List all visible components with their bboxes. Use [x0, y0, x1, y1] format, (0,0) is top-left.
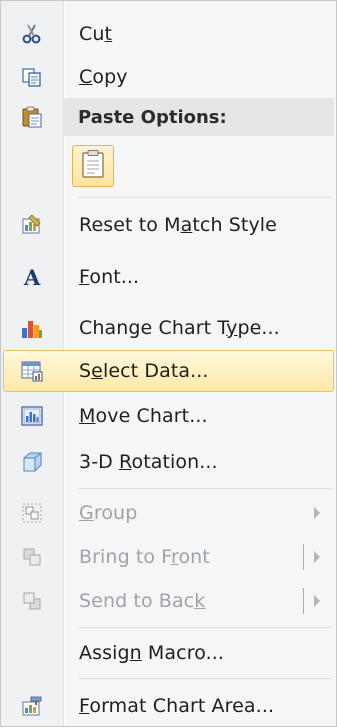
- menu-item-group[interactable]: Group: [1, 491, 336, 535]
- split-submenu-indicator: [303, 588, 320, 614]
- chevron-right-icon: [314, 595, 320, 607]
- paste-options-header: Paste Options:: [64, 98, 334, 136]
- clipboard-icon: [1, 95, 63, 139]
- menu-item-cut[interactable]: Cut: [1, 12, 336, 56]
- menu-item-change-chart-type[interactable]: Change Chart Type...: [1, 306, 336, 350]
- select-data-icon: [1, 349, 63, 393]
- paste-option-button[interactable]: [72, 145, 114, 187]
- menu-item-format-chart-area[interactable]: Format Chart Area...: [1, 684, 336, 728]
- menu-item-label: Cut: [79, 23, 113, 45]
- menu-item-label: Group: [79, 502, 138, 524]
- chevron-right-icon: [314, 551, 320, 563]
- menu-item-label: Select Data...: [79, 360, 209, 382]
- menu-item-copy[interactable]: Copy: [1, 55, 336, 99]
- menu-item-label: Copy: [79, 66, 128, 88]
- reset-style-icon: [1, 203, 63, 247]
- split-submenu-indicator: [303, 544, 320, 570]
- menu-item-label: Change Chart Type...: [79, 317, 280, 339]
- menu-item-label: Format Chart Area...: [79, 695, 275, 717]
- split-divider: [303, 544, 304, 570]
- separator: [79, 197, 332, 198]
- context-menu: Cut Copy Paste Options: Reset to Match S…: [0, 0, 337, 727]
- separator: [79, 627, 332, 628]
- menu-item-send-to-back[interactable]: Send to Back: [1, 579, 336, 623]
- menu-item-label: Reset to Match Style: [79, 214, 277, 236]
- separator: [79, 488, 332, 489]
- menu-item-label: Assign Macro...: [79, 642, 225, 664]
- font-icon: A: [1, 255, 63, 299]
- menu-item-bring-to-front[interactable]: Bring to Front: [1, 535, 336, 579]
- menu-item-label: Font...: [79, 266, 140, 288]
- separator: [79, 678, 332, 679]
- menu-item-font[interactable]: A Font...: [1, 255, 336, 299]
- menu-item-reset-to-match-style[interactable]: Reset to Match Style: [1, 203, 336, 247]
- chart-type-icon: [1, 306, 63, 350]
- menu-item-assign-macro[interactable]: Assign Macro...: [1, 631, 336, 675]
- scissors-icon: [1, 12, 63, 56]
- copy-icon: [1, 55, 63, 99]
- split-divider: [303, 588, 304, 614]
- submenu-indicator: [314, 507, 320, 519]
- menu-item-label: Bring to Front: [79, 546, 210, 568]
- group-icon: [1, 491, 63, 535]
- menu-item-label: 3-D Rotation...: [79, 451, 218, 473]
- paste-options-title: Paste Options:: [78, 106, 227, 128]
- macro-icon: [1, 631, 63, 675]
- menu-item-label: Send to Back: [79, 590, 206, 612]
- move-chart-icon: [1, 394, 63, 438]
- menu-item-label: Move Chart...: [79, 405, 208, 427]
- menu-item-select-data[interactable]: Select Data...: [1, 349, 336, 393]
- send-back-icon: [1, 579, 63, 623]
- svg-text:A: A: [23, 265, 41, 289]
- cube-icon: [1, 440, 63, 484]
- bring-front-icon: [1, 535, 63, 579]
- format-icon: [1, 684, 63, 728]
- menu-item-move-chart[interactable]: Move Chart...: [1, 394, 336, 438]
- menu-item-3d-rotation[interactable]: 3-D Rotation...: [1, 440, 336, 484]
- chevron-right-icon: [314, 507, 320, 519]
- paste-icon: [80, 149, 106, 183]
